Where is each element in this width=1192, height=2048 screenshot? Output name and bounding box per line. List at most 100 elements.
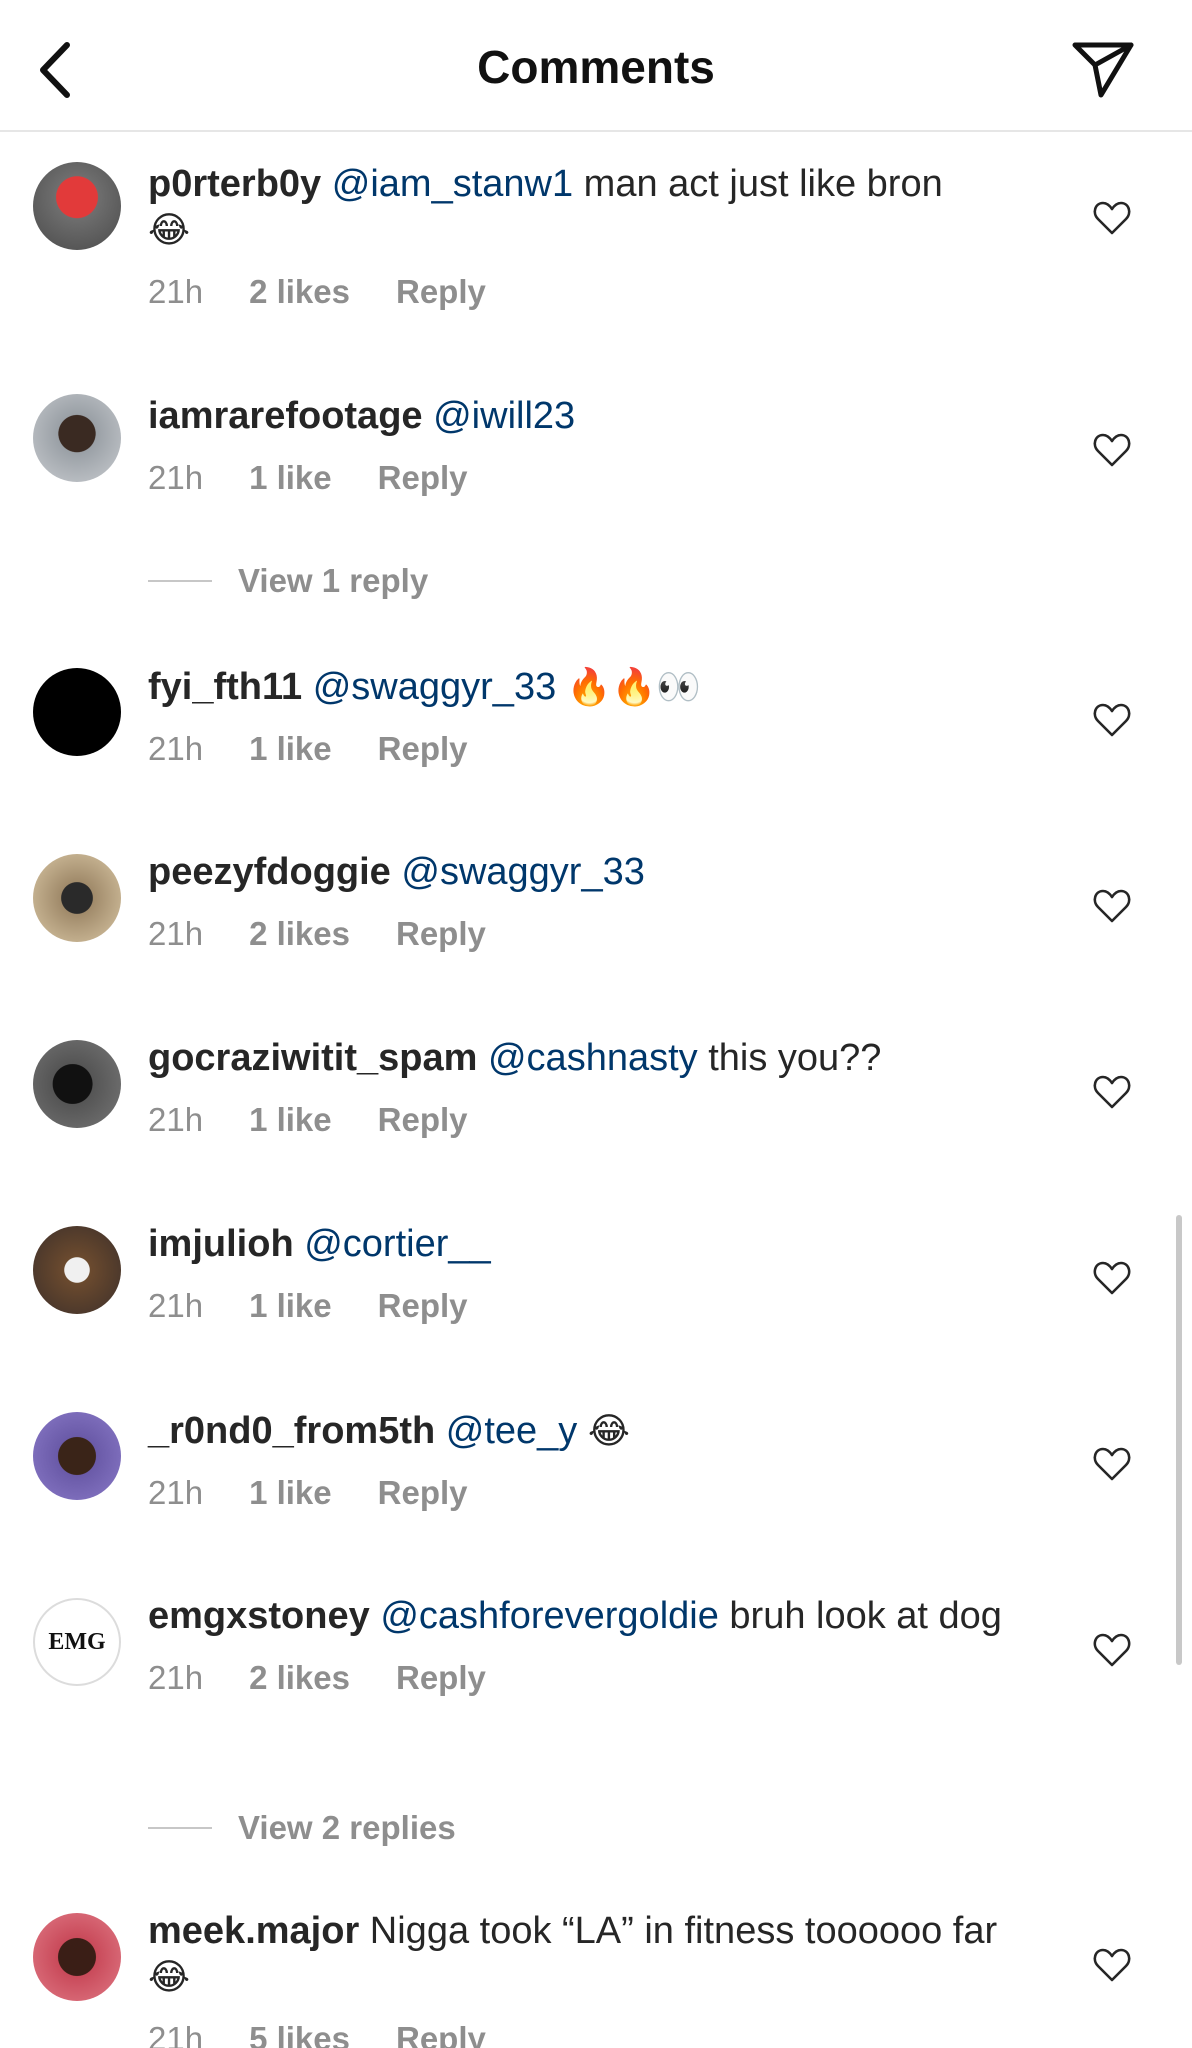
view-replies-button[interactable]: View 2 replies [148, 1809, 456, 1847]
scrollbar[interactable] [1176, 1215, 1182, 1665]
comment-mention[interactable]: @iwill23 [433, 395, 575, 437]
reply-button[interactable]: Reply [396, 2020, 486, 2048]
comment-meta: 21h 1 like Reply [148, 1474, 1048, 1512]
avatar[interactable] [33, 162, 121, 250]
comment-time: 21h [148, 915, 204, 952]
comment-likes[interactable]: 2 likes [249, 915, 350, 953]
comment-meta: 21h 1 like Reply [148, 459, 1048, 497]
comment-text: iamrarefootage @iwill23 [148, 394, 1048, 439]
comment-mention[interactable]: @cashnasty [488, 1037, 698, 1079]
header-bar: Comments [0, 0, 1192, 132]
reply-button[interactable]: Reply [378, 1101, 468, 1139]
comment-time: 21h [148, 730, 204, 767]
avatar[interactable] [33, 1040, 121, 1128]
heart-icon[interactable] [1092, 198, 1132, 238]
view-replies-label: View 1 reply [238, 562, 429, 599]
view-replies-button[interactable]: View 1 reply [148, 562, 428, 600]
comment-emoji: 😂 [148, 1956, 191, 1997]
reply-button[interactable]: Reply [396, 273, 486, 311]
share-button[interactable] [1068, 34, 1138, 104]
comment-mention[interactable]: @swaggyr_33 [401, 851, 644, 893]
comment-mention[interactable]: @cashforevergoldie [380, 1595, 719, 1637]
heart-icon[interactable] [1092, 430, 1132, 470]
comment-username[interactable]: _r0nd0_from5th [148, 1410, 435, 1452]
reply-button[interactable]: Reply [378, 459, 468, 497]
comment-username[interactable]: imjulioh [148, 1223, 294, 1265]
comment-text: imjulioh @cortier__ [148, 1222, 1048, 1267]
avatar[interactable] [33, 668, 121, 756]
comment-username[interactable]: p0rterb0y [148, 163, 321, 205]
reply-button[interactable]: Reply [378, 730, 468, 768]
reply-button[interactable]: Reply [378, 1474, 468, 1512]
comment-meta: 21h 5 likes Reply [148, 2020, 1048, 2048]
comment-text: _r0nd0_from5th @tee_y 😂 [148, 1408, 1048, 1454]
comment-meta: 21h 1 like Reply [148, 730, 1048, 768]
heart-icon[interactable] [1092, 1258, 1132, 1298]
comment-time: 21h [148, 459, 204, 496]
comment-emoji: 😂 [148, 209, 191, 250]
comment-mention[interactable]: @cortier__ [304, 1223, 490, 1265]
comment-emoji: 🔥🔥👀 [566, 666, 702, 707]
comment-mention[interactable]: @tee_y [446, 1410, 578, 1452]
comment-body: Nigga took “LA” in fitness toooooo far [369, 1910, 998, 1952]
divider-line [148, 1827, 212, 1829]
comment-likes[interactable]: 1 like [249, 730, 332, 768]
page-title: Comments [477, 41, 715, 93]
comment-text: p0rterb0y @iam_stanw1 man act just like … [148, 162, 1048, 253]
send-icon [1072, 42, 1134, 98]
view-replies-label: View 2 replies [238, 1809, 456, 1846]
heart-icon[interactable] [1092, 1630, 1132, 1670]
comment-likes[interactable]: 1 like [249, 1474, 332, 1512]
heart-icon[interactable] [1092, 700, 1132, 740]
comment-username[interactable]: emgxstoney [148, 1595, 370, 1637]
comment-time: 21h [148, 1101, 204, 1138]
avatar[interactable] [33, 1412, 121, 1500]
comment-username[interactable]: iamrarefootage [148, 395, 423, 437]
reply-button[interactable]: Reply [378, 1287, 468, 1325]
comment-time: 21h [148, 1659, 204, 1696]
avatar[interactable]: EMG [33, 1598, 121, 1686]
avatar[interactable] [33, 1226, 121, 1314]
comment-time: 21h [148, 273, 204, 310]
comment-likes[interactable]: 5 likes [249, 2020, 350, 2048]
comment-text: peezyfdoggie @swaggyr_33 [148, 850, 1048, 895]
avatar[interactable] [33, 394, 121, 482]
avatar[interactable] [33, 854, 121, 942]
divider-line [148, 580, 212, 582]
comment-mention[interactable]: @iam_stanw1 [332, 163, 573, 205]
comment-meta: 21h 2 likes Reply [148, 1659, 1048, 1697]
heart-icon[interactable] [1092, 1444, 1132, 1484]
avatar-logo: EMG [48, 1628, 106, 1655]
comment-text: gocraziwitit_spam @cashnasty this you?? [148, 1036, 1048, 1081]
heart-icon[interactable] [1092, 1945, 1132, 1985]
comment-username[interactable]: meek.major [148, 1910, 359, 1952]
comment-likes[interactable]: 1 like [249, 1101, 332, 1139]
comment-mention[interactable]: @swaggyr_33 [313, 666, 556, 708]
comment-likes[interactable]: 1 like [249, 1287, 332, 1325]
comment-meta: 21h 1 like Reply [148, 1101, 1048, 1139]
comment-meta: 21h 1 like Reply [148, 1287, 1048, 1325]
comment-text: emgxstoney @cashforevergoldie bruh look … [148, 1594, 1048, 1639]
comment-username[interactable]: gocraziwitit_spam [148, 1037, 477, 1079]
comment-text: fyi_fth11 @swaggyr_33 🔥🔥👀 [148, 664, 1048, 710]
comment-username[interactable]: fyi_fth11 [148, 666, 302, 708]
comment-time: 21h [148, 2020, 204, 2048]
heart-icon[interactable] [1092, 886, 1132, 926]
comment-time: 21h [148, 1474, 204, 1511]
comments-screen: Comments p0rterb0y @iam_stanw1 man act j… [0, 0, 1192, 2048]
reply-button[interactable]: Reply [396, 1659, 486, 1697]
comment-body: this you?? [708, 1037, 882, 1079]
comment-meta: 21h 2 likes Reply [148, 915, 1048, 953]
comment-body: bruh look at dog [729, 1595, 1002, 1637]
comment-emoji: 😂 [587, 1410, 630, 1451]
comment-likes[interactable]: 2 likes [249, 273, 350, 311]
comment-meta: 21h 2 likes Reply [148, 273, 1048, 311]
heart-icon[interactable] [1092, 1072, 1132, 1112]
avatar[interactable] [33, 1913, 121, 2001]
comment-username[interactable]: peezyfdoggie [148, 851, 391, 893]
comment-likes[interactable]: 1 like [249, 459, 332, 497]
comment-body: man act just like bron [583, 163, 943, 205]
comment-time: 21h [148, 1287, 204, 1324]
comment-likes[interactable]: 2 likes [249, 1659, 350, 1697]
reply-button[interactable]: Reply [396, 915, 486, 953]
